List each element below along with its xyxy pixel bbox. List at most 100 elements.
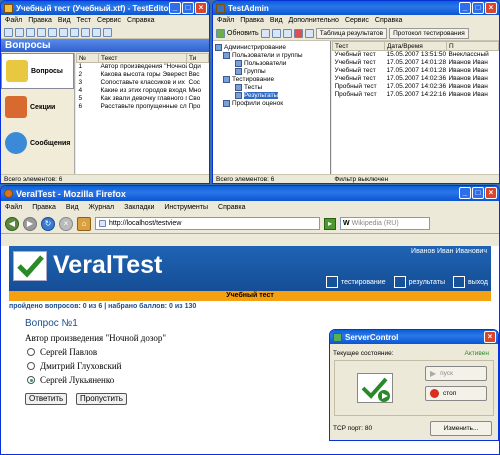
nav-exit[interactable]: выход bbox=[453, 276, 488, 288]
radio-button[interactable] bbox=[27, 348, 35, 356]
menu-help[interactable]: Справка bbox=[218, 204, 245, 211]
close-icon[interactable]: × bbox=[485, 187, 497, 199]
edit-icon[interactable] bbox=[59, 27, 68, 37]
radio-button[interactable] bbox=[27, 376, 35, 384]
maximize-icon[interactable]: □ bbox=[182, 2, 194, 14]
nav-testing[interactable]: тестирование bbox=[325, 276, 386, 288]
testeditor-titlebar[interactable]: Учебный тест (Учебный.xtf) - TestEditor … bbox=[1, 1, 209, 15]
menu-history[interactable]: Журнал bbox=[89, 204, 115, 211]
close-icon[interactable]: × bbox=[485, 2, 497, 14]
menu-file[interactable]: Файл bbox=[5, 17, 22, 24]
menu-test[interactable]: Тест bbox=[77, 17, 91, 24]
results-table-button[interactable]: Таблица результатов bbox=[315, 27, 388, 39]
menu-edit[interactable]: Правка bbox=[240, 17, 264, 24]
tree-item-users[interactable]: Пользователи bbox=[215, 59, 328, 67]
minimize-icon[interactable]: _ bbox=[169, 2, 181, 14]
table-row[interactable]: 4 Какие из этих городов входя... Мно bbox=[77, 87, 209, 95]
new-icon[interactable] bbox=[4, 27, 13, 37]
save-icon[interactable] bbox=[26, 27, 35, 37]
option-2[interactable]: Дмитрий Глуховский bbox=[27, 361, 121, 371]
delete-icon[interactable] bbox=[293, 28, 303, 38]
tree-item-tests[interactable]: Тесты bbox=[215, 83, 328, 91]
close-icon[interactable]: × bbox=[195, 2, 207, 14]
table-row[interactable]: 2 Какова высота горы Эверест ... Ввс bbox=[77, 71, 209, 79]
table-row[interactable]: Учебный тест 17.05.2007 14:01:28 Иванов Ив… bbox=[333, 67, 499, 75]
tree-item-groups[interactable]: Группы bbox=[215, 67, 328, 75]
radio-button[interactable] bbox=[27, 362, 35, 370]
url-bar[interactable]: http://localhost/testview bbox=[95, 217, 320, 230]
stop-button[interactable]: стоп bbox=[425, 386, 487, 401]
column-header[interactable]: Ти bbox=[186, 53, 209, 63]
menu-view[interactable]: Вид bbox=[270, 17, 283, 24]
tree-item-testing[interactable]: Тестирование bbox=[215, 75, 328, 83]
reload-icon[interactable]: ↻ bbox=[41, 216, 55, 231]
down-icon[interactable] bbox=[81, 27, 90, 37]
tree-item-users-groups[interactable]: Пользователи и группы bbox=[215, 51, 328, 59]
menu-edit[interactable]: Правка bbox=[28, 17, 52, 24]
table-row[interactable]: Учебный тест 17.05.2007 14:02:36 Иванов Ив… bbox=[333, 75, 499, 83]
search-box[interactable]: W Wikipedia (RU) bbox=[340, 217, 430, 230]
servercontrol-titlebar[interactable]: ServerControl × bbox=[330, 330, 498, 344]
home-icon[interactable]: ⌂ bbox=[77, 216, 91, 231]
menu-service[interactable]: Сервис bbox=[97, 17, 121, 24]
menu-view[interactable]: Вид bbox=[58, 17, 71, 24]
sidebar-item-questions[interactable]: Вопросы bbox=[1, 53, 74, 89]
delete-icon[interactable] bbox=[70, 27, 79, 37]
menu-view[interactable]: Вид bbox=[66, 204, 79, 211]
table-row[interactable]: 6 Расставьте пропущенные сло... Про bbox=[77, 103, 209, 111]
testadmin-titlebar[interactable]: TestAdmin _ □ × bbox=[213, 1, 499, 15]
tree-item-results[interactable]: Результаты bbox=[215, 91, 328, 99]
change-button[interactable]: Изменить... bbox=[430, 421, 492, 436]
edit-icon[interactable] bbox=[282, 28, 292, 38]
column-header[interactable]: Дата/Время bbox=[384, 41, 447, 51]
column-header[interactable]: № bbox=[76, 53, 99, 63]
menu-service[interactable]: Сервис bbox=[345, 17, 369, 24]
tree-item-admin[interactable]: Администрирование bbox=[215, 43, 328, 51]
open-icon[interactable] bbox=[15, 27, 24, 37]
table-row[interactable]: 1 Автор произведения "Ночной ...Оди bbox=[77, 63, 209, 71]
sidebar-item-messages[interactable]: Сообщения bbox=[1, 125, 74, 161]
menu-bookmarks[interactable]: Закладки bbox=[124, 204, 154, 211]
firefox-titlebar[interactable]: VeralTest - Mozilla Firefox _ □ × bbox=[1, 186, 499, 201]
menu-edit[interactable]: Правка bbox=[32, 204, 56, 211]
play-icon[interactable] bbox=[92, 27, 101, 37]
add-icon[interactable] bbox=[271, 28, 281, 38]
menu-extra[interactable]: Дополнительно bbox=[289, 17, 339, 24]
go-icon[interactable]: ▸ bbox=[324, 217, 336, 230]
forward-icon[interactable]: ▶ bbox=[23, 216, 37, 231]
table-row[interactable]: 3 Сопоставьте классиков и их ... Сос bbox=[77, 79, 209, 87]
menu-file[interactable]: Файл bbox=[5, 204, 22, 211]
back-icon[interactable]: ◀ bbox=[5, 216, 19, 231]
settings-icon[interactable] bbox=[103, 27, 112, 37]
minimize-icon[interactable]: _ bbox=[459, 2, 471, 14]
filter-icon[interactable] bbox=[304, 28, 314, 38]
menu-tools[interactable]: Инструменты bbox=[164, 204, 208, 211]
search-icon[interactable] bbox=[260, 28, 270, 38]
add-icon[interactable] bbox=[48, 27, 57, 37]
refresh-button[interactable]: Обновить bbox=[227, 30, 259, 37]
protocol-button[interactable]: Протокол тестирования bbox=[389, 27, 469, 39]
maximize-icon[interactable]: □ bbox=[472, 187, 484, 199]
column-header[interactable]: Текст bbox=[98, 53, 187, 63]
stop-icon[interactable]: × bbox=[59, 216, 73, 231]
column-header[interactable]: П bbox=[446, 41, 499, 51]
table-row[interactable]: Учебный тест 15.05.2007 13:51:50 Внеклассн… bbox=[333, 51, 499, 59]
menu-help[interactable]: Справка bbox=[375, 17, 402, 24]
start-button[interactable]: ▶ пуск bbox=[425, 366, 487, 381]
tree-item-profiles[interactable]: Профили оценок bbox=[215, 99, 328, 107]
table-row[interactable]: Пробный тест 17.05.2007 14:22:16 Иванов Ив… bbox=[333, 91, 499, 99]
skip-button[interactable]: Пропустить bbox=[76, 393, 127, 405]
maximize-icon[interactable]: □ bbox=[472, 2, 484, 14]
table-row[interactable]: Пробный тест 17.05.2007 14:02:36 Иванов Ив… bbox=[333, 83, 499, 91]
close-icon[interactable]: × bbox=[484, 331, 496, 343]
nav-results[interactable]: результаты bbox=[393, 276, 445, 288]
sidebar-item-sections[interactable]: Секции bbox=[1, 89, 74, 125]
search-icon[interactable] bbox=[37, 27, 46, 37]
table-row[interactable]: 5 Как звали девочку главного г... Сво bbox=[77, 95, 209, 103]
table-row[interactable]: Учебный тест 17.05.2007 14:01:28 Иванов Ив… bbox=[333, 59, 499, 67]
column-header[interactable]: Тест bbox=[332, 41, 385, 51]
option-1[interactable]: Сергей Павлов bbox=[27, 347, 97, 357]
minimize-icon[interactable]: _ bbox=[459, 187, 471, 199]
answer-button[interactable]: Ответить bbox=[25, 393, 68, 405]
menu-help[interactable]: Справка bbox=[127, 17, 154, 24]
